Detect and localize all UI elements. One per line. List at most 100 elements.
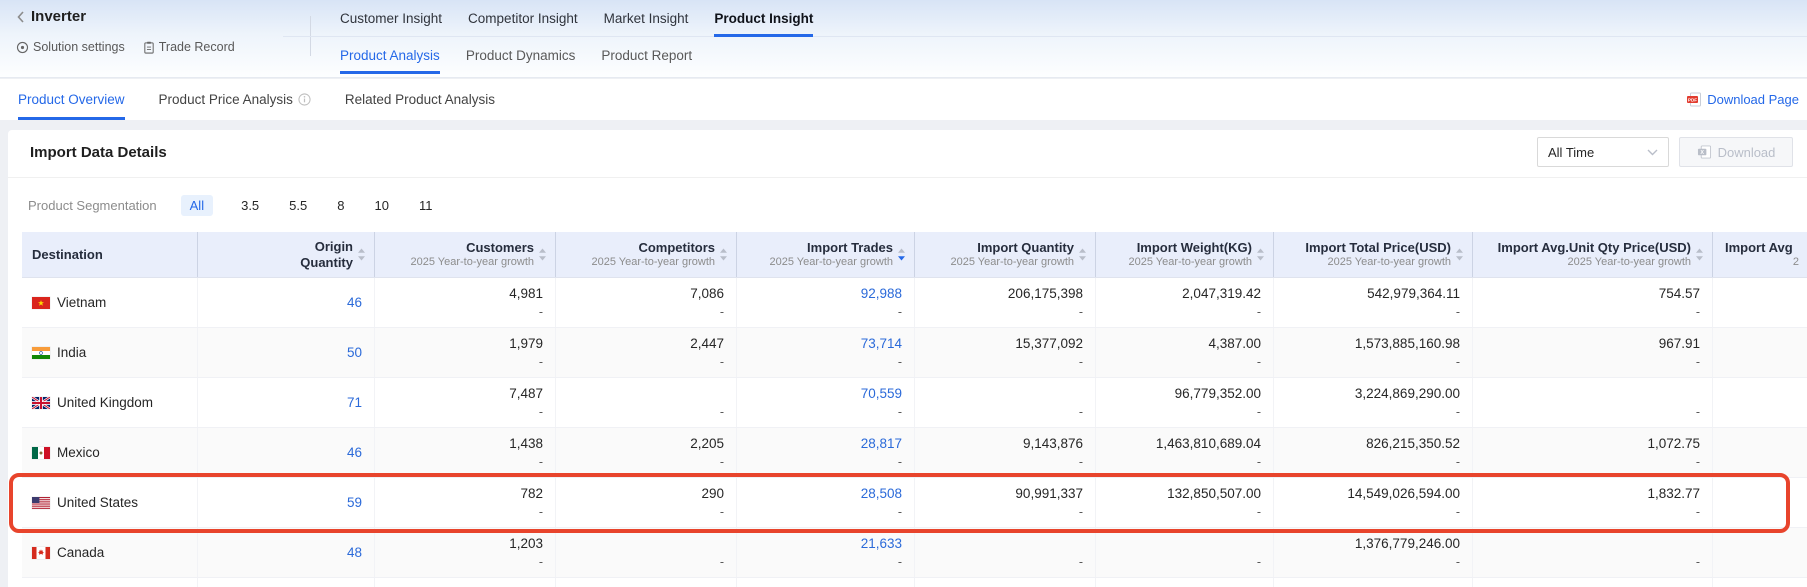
cell-competitors: 2,205- — [556, 428, 737, 477]
time-filter-select[interactable]: All Time — [1537, 137, 1669, 167]
column-header-import-avg-unit-qty-price[interactable]: Import Avg.Unit Qty Price(USD)2025 Year-… — [1473, 232, 1713, 277]
tab-product-analysis[interactable]: Product Analysis — [340, 38, 440, 74]
info-icon[interactable] — [298, 93, 311, 106]
column-header-import-quantity[interactable]: Import Quantity2025 Year-to-year growth — [915, 232, 1096, 277]
column-header-customers[interactable]: Customers2025 Year-to-year growth — [375, 232, 556, 277]
column-title: OriginQuantity — [300, 239, 353, 271]
cell-customers: 4,981- — [375, 278, 556, 327]
growth-value: - — [1456, 553, 1460, 572]
tab-related-product-analysis[interactable]: Related Product Analysis — [345, 79, 495, 120]
tab-product-insight[interactable]: Product Insight — [714, 0, 813, 37]
sort-icons[interactable] — [1455, 248, 1464, 261]
cell-value: 14,549,026,594.00 — [1347, 484, 1460, 503]
origin-quantity-link[interactable]: 48 — [347, 545, 362, 560]
sort-icons[interactable] — [1078, 248, 1087, 261]
download-page-link[interactable]: PDF Download Page — [1686, 79, 1799, 120]
growth-value: - — [1257, 503, 1261, 522]
cell-origin-quantity: 50 — [198, 328, 375, 377]
cell-value: 4,981 — [509, 284, 543, 303]
cell-value: 7,487 — [509, 384, 543, 403]
segmentation-option-10[interactable]: 10 — [372, 195, 390, 216]
sort-icons[interactable] — [538, 248, 547, 261]
section-nav: Product Overview Product Price Analysis Re… — [0, 79, 1807, 120]
tab-product-price-analysis[interactable]: Product Price Analysis — [159, 79, 311, 120]
tab-customer-insight[interactable]: Customer Insight — [340, 0, 442, 37]
cell-value: 826,215,350.52 — [1366, 434, 1460, 453]
tab-market-insight[interactable]: Market Insight — [604, 0, 689, 37]
sort-icons[interactable] — [357, 248, 366, 261]
flag-united-kingdom-icon — [32, 397, 50, 409]
column-header-origin-quantity[interactable]: OriginQuantity — [198, 232, 375, 277]
cell-value: 7,086 — [690, 284, 724, 303]
cell-origin-quantity: 59 — [198, 478, 375, 527]
table-body: Vietnam464,981-7,086-92,988-206,175,398-… — [22, 278, 1807, 587]
cell-value: 9,143,876 — [1023, 434, 1083, 453]
cell-value: 542,979,364.11 — [1367, 284, 1460, 303]
trade-record-label: Trade Record — [159, 40, 235, 54]
cell-origin-quantity: 46 — [198, 278, 375, 327]
value-link[interactable]: 28,817 — [861, 434, 902, 453]
country-name: United Kingdom — [57, 395, 153, 410]
column-header-import-avg-truncated: Import Avg2 — [1713, 232, 1807, 277]
cell-empty — [1713, 578, 1807, 587]
segmentation-options: All 3.5 5.5 8 10 11 — [181, 195, 435, 216]
pdf-icon: PDF — [1686, 92, 1702, 107]
table-header-row: DestinationOriginQuantityCustomers2025 Y… — [22, 232, 1807, 278]
sort-icons[interactable] — [1695, 248, 1704, 261]
table-row-united-states: United States59782-290-28,508-90,991,337… — [22, 478, 1807, 528]
growth-value: - — [1257, 403, 1261, 422]
growth-value: - — [898, 453, 902, 472]
download-button[interactable]: X Download — [1679, 137, 1793, 167]
sort-icons[interactable] — [897, 248, 906, 261]
cell-value: 3,224,869,290.00 — [1355, 384, 1460, 403]
flag-canada-icon — [32, 547, 50, 559]
origin-quantity-link[interactable]: 46 — [347, 295, 362, 310]
growth-value: - — [1456, 303, 1460, 322]
cell-origin-quantity: 71 — [198, 378, 375, 427]
cell-import-total-price: 1,573,885,160.98- — [1274, 328, 1473, 377]
growth-value: - — [539, 453, 543, 472]
value-link[interactable]: 70,559 — [861, 384, 902, 403]
value-link[interactable]: 92,988 — [861, 284, 902, 303]
column-header-import-weight[interactable]: Import Weight(KG)2025 Year-to-year growt… — [1096, 232, 1274, 277]
cell-value: 96,779,352.00 — [1175, 384, 1261, 403]
trade-record-button[interactable]: Trade Record — [143, 40, 235, 54]
cell-value: 206,175,398 — [1008, 284, 1083, 303]
segmentation-option-5-5[interactable]: 5.5 — [287, 195, 309, 216]
origin-quantity-link[interactable]: 59 — [347, 495, 362, 510]
column-title: Import Avg.Unit Qty Price(USD)2025 Year-… — [1498, 240, 1691, 269]
origin-quantity-link[interactable]: 50 — [347, 345, 362, 360]
tab-product-report[interactable]: Product Report — [601, 38, 692, 74]
value-link[interactable]: 21,633 — [861, 534, 902, 553]
value-link[interactable]: 28,508 — [861, 484, 902, 503]
origin-quantity-link[interactable]: 71 — [347, 395, 362, 410]
column-header-import-total-price[interactable]: Import Total Price(USD)2025 Year-to-year… — [1274, 232, 1473, 277]
value-link[interactable]: 73,714 — [861, 334, 902, 353]
cell-destination: United Kingdom — [22, 378, 198, 427]
growth-value: - — [720, 553, 724, 572]
sort-icons[interactable] — [1256, 248, 1265, 261]
column-header-competitors[interactable]: Competitors2025 Year-to-year growth — [556, 232, 737, 277]
cell-destination: Canada — [22, 528, 198, 577]
column-header-import-trades[interactable]: Import Trades2025 Year-to-year growth — [737, 232, 915, 277]
cell-import-avg-truncated — [1713, 328, 1807, 377]
country-name: Vietnam — [57, 295, 106, 310]
cell-import-quantity: - — [915, 378, 1096, 427]
origin-quantity-link[interactable]: 46 — [347, 445, 362, 460]
time-filter-value: All Time — [1548, 145, 1594, 160]
segmentation-option-11[interactable]: 11 — [417, 195, 435, 216]
growth-value: - — [539, 503, 543, 522]
tab-product-dynamics[interactable]: Product Dynamics — [466, 38, 576, 74]
growth-value: - — [1696, 453, 1700, 472]
solution-settings-button[interactable]: Solution settings — [16, 40, 125, 54]
flag-india-icon — [32, 347, 50, 359]
segmentation-option-all[interactable]: All — [181, 195, 213, 216]
sort-icons[interactable] — [719, 248, 728, 261]
cell-empty — [22, 578, 198, 587]
segmentation-option-3-5[interactable]: 3.5 — [239, 195, 261, 216]
tab-product-overview[interactable]: Product Overview — [18, 79, 125, 120]
tab-competitor-insight[interactable]: Competitor Insight — [468, 0, 578, 37]
tab-label: Product Report — [601, 48, 692, 63]
segmentation-option-8[interactable]: 8 — [335, 195, 346, 216]
back-chevron-icon[interactable] — [16, 10, 25, 24]
